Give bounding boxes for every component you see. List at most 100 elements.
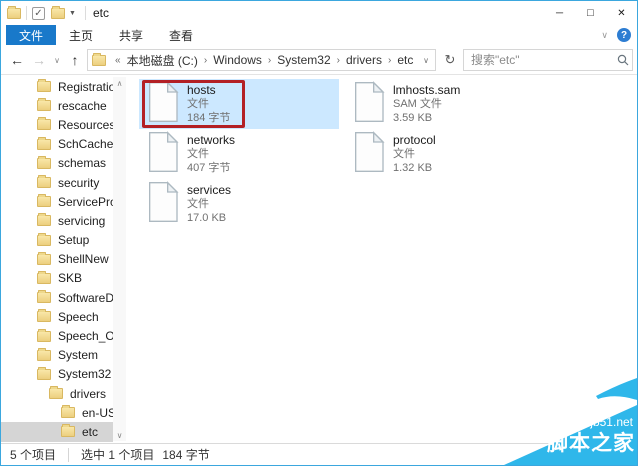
sidebar-item-softwaredist[interactable]: SoftwareDist (1, 288, 113, 307)
ribbon-expand-chevron-icon[interactable]: ∨ (601, 30, 608, 41)
sidebar-item-system[interactable]: System (1, 346, 113, 365)
sidebar-item-skb[interactable]: SKB (1, 269, 113, 288)
up-icon[interactable]: ↑ (65, 45, 85, 75)
sidebar-item-en-us[interactable]: en-US (1, 403, 113, 422)
folder-icon (37, 213, 51, 227)
breadcrumb-separator-icon: › (387, 54, 392, 66)
file-tile-networks[interactable]: networks 文件 407 字节 (139, 129, 339, 179)
ribbon-tabs: 文件 主页 共享 查看 (1, 25, 637, 45)
ribbon-tab-3[interactable]: 查看 (156, 25, 206, 45)
folder-icon (37, 136, 51, 150)
folder-icon (37, 117, 51, 131)
file-size: 17.0 KB (187, 212, 227, 224)
file-tile-protocol[interactable]: protocol 文件 1.32 KB (345, 129, 545, 179)
ribbon-tab-2[interactable]: 共享 (106, 25, 156, 45)
file-tile-text: hosts 文件 184 字节 (187, 83, 230, 125)
breadcrumb: 本地磁盘 (C:) › Windows › System32 › drivers › etc (125, 52, 416, 69)
file-tile-services[interactable]: services 文件 17.0 KB (139, 179, 339, 229)
sidebar-item-registration[interactable]: Registration (1, 77, 113, 96)
breadcrumb-item-1[interactable]: Windows (211, 53, 264, 67)
file-size: 407 字节 (187, 162, 231, 174)
search-box (463, 49, 633, 71)
breadcrumb-separator-icon: › (203, 54, 208, 66)
sidebar-item-label: security (58, 175, 100, 190)
close-button[interactable]: ✕ (606, 1, 637, 25)
forward-icon[interactable]: → (29, 45, 49, 75)
refresh-icon[interactable]: ↻ (440, 49, 460, 71)
sidebar-item-schcache[interactable]: SchCache (1, 135, 113, 154)
minimize-button[interactable]: ─ (544, 1, 575, 25)
navigation-pane: Registration rescache Resources SchCache sch… (1, 75, 131, 443)
sidebar-item-etc[interactable]: etc (1, 422, 113, 442)
sidebar-item-shellnew[interactable]: ShellNew (1, 250, 113, 269)
sidebar-item-serviceprofil[interactable]: ServiceProfil (1, 192, 113, 211)
sidebar-item-speech_one[interactable]: Speech_One (1, 326, 113, 345)
sidebar-scrollbar[interactable]: ∧ ∨ (113, 77, 126, 441)
breadcrumb-item-2[interactable]: System32 (275, 53, 332, 67)
selection-count: 选中 1 个项目 (81, 448, 155, 462)
sidebar-item-security[interactable]: security (1, 173, 113, 192)
file-tile-text: lmhosts.sam SAM 文件 3.59 KB (393, 83, 460, 125)
location-folder-icon (92, 52, 106, 66)
divider (26, 6, 27, 20)
sidebar-item-servicing[interactable]: servicing (1, 211, 113, 230)
address-dropdown-icon[interactable]: ∨ (423, 56, 431, 65)
folder-icon (61, 424, 75, 438)
sidebar-item-label: System (58, 348, 99, 363)
sidebar-item-schemas[interactable]: schemas (1, 154, 113, 173)
ribbon-right: ∨ ? (601, 25, 631, 45)
folder-icon (37, 309, 51, 323)
folder-icon (37, 270, 51, 284)
sidebar-item-rescache[interactable]: rescache (1, 96, 113, 115)
breadcrumb-item-0[interactable]: 本地磁盘 (C:) (125, 52, 200, 69)
maximize-button[interactable]: □ (575, 1, 606, 25)
file-size: 184 字节 (187, 112, 231, 124)
back-icon[interactable]: ← (7, 45, 27, 75)
window-controls: ─ □ ✕ (544, 1, 637, 25)
breadcrumb-separator-icon: › (336, 54, 340, 66)
help-icon[interactable]: ? (617, 28, 631, 42)
sidebar-item-label: ServiceProfil (58, 194, 113, 209)
file-tile-lmhosts.sam[interactable]: lmhosts.sam SAM 文件 3.59 KB (345, 79, 545, 129)
file-tile-text: services 文件 17.0 KB (187, 183, 231, 225)
file-icon (147, 180, 179, 228)
sidebar-item-speech[interactable]: Speech (1, 307, 113, 326)
main-content: Registration rescache Resources SchCache sch… (1, 75, 637, 443)
sidebar-item-drivers[interactable]: drivers (1, 384, 113, 403)
qat-new-folder-icon[interactable] (51, 5, 65, 19)
sidebar-item-label: Speech (58, 309, 99, 324)
file-tile-hosts[interactable]: hosts 文件 184 字节 (139, 79, 339, 129)
qat-properties-icon[interactable]: ✓ (32, 6, 45, 20)
folder-icon (37, 194, 51, 208)
sidebar-item-label: Speech_One (58, 329, 113, 344)
ribbon-tab-1[interactable]: 主页 (56, 25, 106, 45)
breadcrumb-overflow[interactable]: « (111, 55, 125, 66)
file-name: lmhosts.sam (393, 83, 461, 97)
address-bar[interactable]: « 本地磁盘 (C:) › Windows › System32 › drivers › etc… (87, 49, 436, 71)
sidebar-item-label: SoftwareDist (58, 290, 113, 305)
qat-customize-chevron-icon[interactable]: ▼ (69, 10, 76, 17)
folder-icon (37, 232, 51, 246)
file-icon (353, 80, 385, 128)
sidebar-item-system32[interactable]: System32 (1, 365, 113, 384)
search-icon[interactable] (614, 54, 632, 66)
breadcrumb-item-3[interactable]: drivers (344, 53, 384, 67)
file-size: 1.32 KB (393, 162, 433, 174)
scroll-down-icon[interactable]: ∨ (113, 429, 126, 441)
scroll-up-icon[interactable]: ∧ (113, 77, 126, 89)
ribbon-tab-0[interactable]: 文件 (6, 25, 57, 45)
file-list: hosts 文件 184 字节 lmhosts.sam SAM 文件 3.59 KB net… (133, 75, 637, 443)
sidebar-item-resources[interactable]: Resources (1, 115, 113, 134)
sidebar-item-setup[interactable]: Setup (1, 231, 113, 250)
breadcrumb-item-4[interactable]: etc (395, 53, 415, 67)
sidebar-item-label: SKB (58, 271, 83, 286)
history-dropdown-icon[interactable]: ∨ (50, 45, 64, 75)
address-row: ← → ∨ ↑ « 本地磁盘 (C:) › Windows › System32 › dri… (1, 45, 637, 75)
folder-icon (37, 79, 51, 93)
search-input[interactable] (464, 53, 614, 67)
file-name: protocol (393, 133, 436, 147)
sidebar-item-label: Registration (58, 79, 113, 94)
selection-size: 184 字节 (162, 448, 210, 462)
folder-icon (61, 405, 75, 419)
file-tile-text: protocol 文件 1.32 KB (393, 133, 436, 175)
